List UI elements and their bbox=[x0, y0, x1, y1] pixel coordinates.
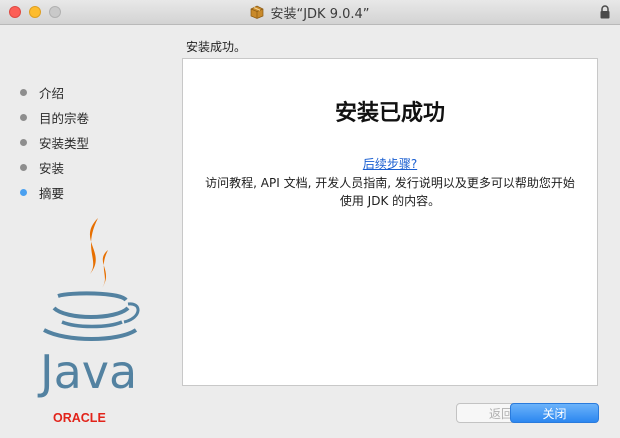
step-label: 摘要 bbox=[39, 186, 65, 201]
step-label: 介绍 bbox=[39, 86, 65, 101]
install-steps-sidebar: 介绍 目的宗卷 安装类型 安装 摘要 bbox=[20, 80, 170, 205]
step-label: 安装 bbox=[39, 161, 65, 176]
step-dot-active-icon bbox=[20, 189, 27, 196]
sidebar-step-summary: 摘要 bbox=[20, 180, 170, 205]
step-dot-icon bbox=[20, 164, 27, 171]
step-dot-icon bbox=[20, 139, 27, 146]
window-title: 安装“JDK 9.0.4” bbox=[270, 6, 370, 22]
close-button[interactable]: 关闭 bbox=[510, 403, 599, 423]
success-description: 访问教程, API 文档, 开发人员指南, 发行说明以及更多可以帮助您开始使用 … bbox=[205, 176, 575, 208]
summary-panel: 安装已成功 后续步骤? 访问教程, API 文档, 开发人员指南, 发行说明以及… bbox=[182, 58, 598, 386]
success-title: 安装已成功 bbox=[334, 101, 445, 126]
step-dot-icon bbox=[20, 89, 27, 96]
sidebar-step-destination: 目的宗卷 bbox=[20, 105, 170, 130]
sidebar-step-install: 安装 bbox=[20, 155, 170, 180]
sidebar-step-install-type: 安装类型 bbox=[20, 130, 170, 155]
java-logo-icon: Java bbox=[37, 218, 140, 399]
oracle-logo: ORACLE bbox=[53, 411, 106, 424]
step-dot-icon bbox=[20, 114, 27, 121]
page-heading: 安装成功。 bbox=[186, 40, 247, 54]
lock-icon bbox=[600, 5, 610, 19]
oracle-wordmark: ORACLE bbox=[53, 411, 106, 424]
java-wordmark: Java bbox=[37, 345, 137, 399]
title-bar: 安装“JDK 9.0.4” bbox=[0, 0, 620, 25]
installer-window: 安装“JDK 9.0.4” 安装成功。 介绍 目的宗卷 安装类型 安装 摘要 J… bbox=[0, 0, 620, 438]
step-label: 目的宗卷 bbox=[39, 111, 90, 126]
sidebar-step-intro: 介绍 bbox=[20, 80, 170, 105]
package-icon bbox=[251, 5, 264, 19]
window-title-wrap: 安装“JDK 9.0.4” bbox=[0, 0, 620, 24]
next-steps-link[interactable]: 后续步骤? bbox=[183, 155, 597, 172]
step-label: 安装类型 bbox=[39, 136, 90, 151]
